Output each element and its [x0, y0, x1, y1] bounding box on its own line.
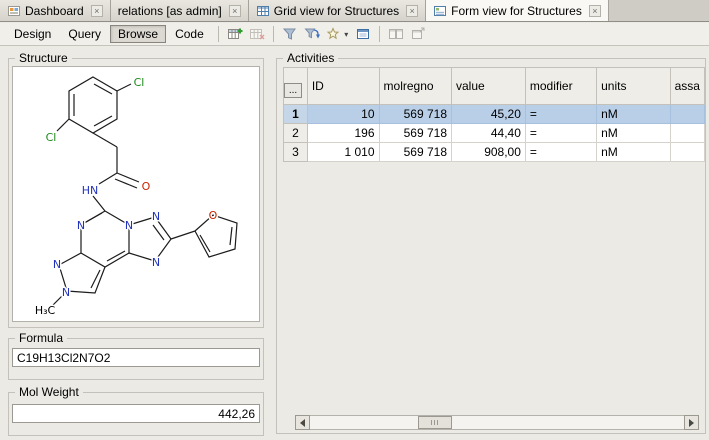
- activities-group: Activities ... ID molregno value modifie…: [276, 58, 706, 434]
- atom-label: Cl: [46, 131, 57, 144]
- column-header-id[interactable]: ID: [307, 68, 379, 105]
- atom-label: N: [152, 256, 160, 269]
- caret-down-icon: ▾: [344, 30, 348, 39]
- structure-group-title: Structure: [15, 51, 72, 65]
- mol-weight-field[interactable]: [12, 404, 260, 423]
- cell-value[interactable]: 44,40: [452, 124, 526, 143]
- tab-close-icon[interactable]: ×: [406, 5, 418, 17]
- tab-label: Dashboard: [25, 4, 84, 18]
- toolbar-separator: [218, 26, 219, 42]
- tab-close-icon[interactable]: ×: [229, 5, 241, 17]
- table-header-row: ... ID molregno value modifier units ass…: [284, 68, 705, 105]
- atom-label: N: [152, 210, 160, 223]
- mol-weight-group-title: Mol Weight: [15, 385, 83, 399]
- cell-molregno[interactable]: 569 718: [379, 105, 451, 124]
- column-header-value[interactable]: value: [452, 68, 526, 105]
- grid-view-icon: [256, 4, 270, 18]
- tab-close-icon[interactable]: ×: [589, 5, 601, 17]
- cell-assay[interactable]: [670, 143, 704, 162]
- column-header-units[interactable]: units: [597, 68, 670, 105]
- tab-form-view[interactable]: Form view for Structures ×: [426, 0, 609, 21]
- atom-label: N: [125, 219, 133, 232]
- row-header[interactable]: 2: [284, 124, 308, 143]
- atom-label: O: [142, 180, 151, 193]
- cell-modifier[interactable]: =: [525, 105, 596, 124]
- filter-icon[interactable]: [280, 24, 300, 44]
- tab-close-icon[interactable]: ×: [91, 5, 103, 17]
- cell-modifier[interactable]: =: [525, 124, 596, 143]
- column-chooser-button[interactable]: ...: [284, 83, 302, 98]
- cell-units[interactable]: nM: [597, 143, 670, 162]
- cell-modifier[interactable]: =: [525, 143, 596, 162]
- document-tab-bar: Dashboard × relations [as admin] × Grid …: [0, 0, 709, 22]
- cell-assay[interactable]: [670, 124, 704, 143]
- scroll-right-button[interactable]: [684, 415, 699, 430]
- cell-value[interactable]: 45,20: [452, 105, 526, 124]
- tab-label: Form view for Structures: [451, 4, 582, 18]
- cell-units[interactable]: nM: [597, 124, 670, 143]
- horizontal-scrollbar[interactable]: [295, 415, 699, 430]
- atom-label: O: [209, 209, 218, 222]
- table-row[interactable]: 2 196 569 718 44,40 = nM: [284, 124, 705, 143]
- detach-window-icon[interactable]: [408, 24, 428, 44]
- query-button[interactable]: Query: [60, 25, 109, 43]
- dashboard-icon: [7, 4, 21, 18]
- cell-id[interactable]: 1 010: [307, 143, 379, 162]
- form-view-content: Structure: [0, 46, 709, 440]
- toolbar-separator: [273, 26, 274, 42]
- atom-label: HN: [82, 184, 99, 197]
- table-row[interactable]: 1 10 569 718 45,20 = nM: [284, 105, 705, 124]
- tab-label: relations [as admin]: [118, 4, 222, 18]
- favorites-icon[interactable]: ▾: [324, 24, 351, 44]
- structure-viewer[interactable]: Cl Cl O HN N N N N O N N H₃C: [12, 66, 260, 322]
- table-row[interactable]: 3 1 010 569 718 908,00 = nM: [284, 143, 705, 162]
- atom-label: N: [53, 258, 61, 271]
- mol-weight-group: Mol Weight: [8, 392, 264, 436]
- scroll-right-icon: [689, 419, 694, 427]
- cell-units[interactable]: nM: [597, 105, 670, 124]
- form-view-icon: [433, 4, 447, 18]
- views-icon[interactable]: [247, 24, 267, 44]
- scroll-left-button[interactable]: [295, 415, 310, 430]
- design-button[interactable]: Design: [6, 25, 59, 43]
- formula-group-title: Formula: [15, 331, 67, 345]
- cell-value[interactable]: 908,00: [452, 143, 526, 162]
- windows-icon[interactable]: [353, 24, 373, 44]
- activities-group-title: Activities: [283, 51, 338, 65]
- formula-group: Formula: [8, 338, 264, 380]
- tab-label: Grid view for Structures: [274, 4, 399, 18]
- structure-drawing: Cl Cl O HN N N N N O N N H₃C: [13, 67, 259, 321]
- atom-label: Cl: [134, 76, 145, 89]
- cell-assay[interactable]: [670, 105, 704, 124]
- cell-id[interactable]: 196: [307, 124, 379, 143]
- cell-molregno[interactable]: 569 718: [379, 143, 451, 162]
- tile-windows-icon[interactable]: [386, 24, 406, 44]
- atom-label: N: [62, 286, 70, 299]
- toolbar-separator: [379, 26, 380, 42]
- structure-group: Structure: [8, 58, 264, 328]
- scrollbar-thumb[interactable]: [418, 416, 452, 429]
- row-header[interactable]: 1: [284, 105, 308, 124]
- new-view-icon[interactable]: [225, 24, 245, 44]
- main-toolbar: Design Query Browse Code: [0, 23, 709, 46]
- tab-relations[interactable]: relations [as admin] ×: [111, 0, 249, 21]
- code-button[interactable]: Code: [167, 25, 212, 43]
- tab-dashboard[interactable]: Dashboard ×: [0, 0, 111, 21]
- tab-grid-view[interactable]: Grid view for Structures ×: [249, 0, 426, 21]
- column-header-modifier[interactable]: modifier: [525, 68, 596, 105]
- row-header[interactable]: 3: [284, 143, 308, 162]
- atom-label: N: [77, 219, 85, 232]
- column-header-molregno[interactable]: molregno: [379, 68, 451, 105]
- column-header-assay[interactable]: assa: [670, 68, 704, 105]
- edit-filter-icon[interactable]: [302, 24, 322, 44]
- atom-label: H₃C: [35, 304, 56, 317]
- scrollbar-track[interactable]: [310, 415, 684, 430]
- cell-molregno[interactable]: 569 718: [379, 124, 451, 143]
- formula-field[interactable]: [12, 348, 260, 367]
- browse-button[interactable]: Browse: [110, 25, 166, 43]
- cell-id[interactable]: 10: [307, 105, 379, 124]
- activities-table: ... ID molregno value modifier units ass…: [283, 67, 705, 162]
- scroll-left-icon: [300, 419, 305, 427]
